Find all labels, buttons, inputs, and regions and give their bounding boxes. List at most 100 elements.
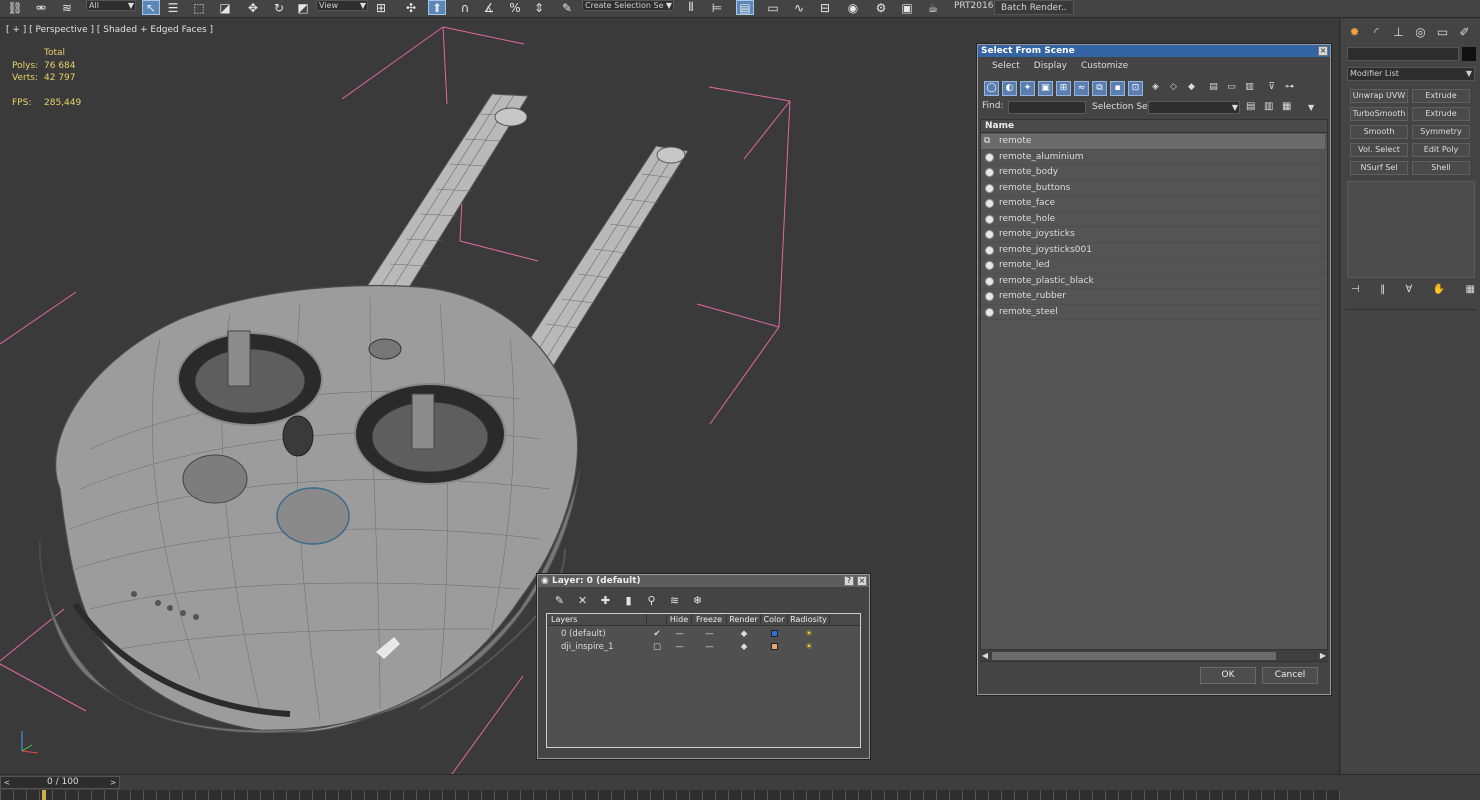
set-current-box-icon[interactable]: ▢ bbox=[647, 641, 667, 654]
selection-filter-dropdown[interactable]: All ▼ bbox=[86, 0, 136, 11]
curve-editor-icon[interactable]: ∿ bbox=[790, 0, 808, 15]
modifier-button[interactable]: Unwrap UVW bbox=[1350, 89, 1408, 103]
hide-toggle-icon[interactable]: — bbox=[667, 641, 692, 654]
display-spacewarps-icon[interactable]: ≈ bbox=[1074, 81, 1089, 96]
time-slider[interactable]: < 0 / 100 > bbox=[0, 776, 120, 789]
dialog-title[interactable]: ◉ Layer: 0 (default) bbox=[538, 575, 869, 587]
radiosity-icon[interactable]: ☀ bbox=[788, 628, 830, 641]
col-render[interactable]: Render bbox=[727, 614, 761, 626]
scroll-thumb[interactable] bbox=[992, 652, 1276, 660]
add-to-layer-icon[interactable]: ✚ bbox=[598, 593, 613, 608]
list-item[interactable]: remote_steel bbox=[981, 304, 1325, 320]
list-item[interactable]: remote_aluminium bbox=[981, 149, 1325, 165]
freeze-toggle-icon[interactable]: — bbox=[692, 628, 727, 641]
utilities-tab-icon[interactable]: ✐ bbox=[1455, 23, 1474, 41]
list-item[interactable]: remote_buttons bbox=[981, 180, 1325, 196]
snap-toggle-icon[interactable]: ∩ bbox=[456, 0, 474, 15]
select-none-icon[interactable]: ▭ bbox=[1224, 81, 1239, 96]
close-icon[interactable]: × bbox=[1318, 46, 1328, 56]
edit-named-sel-icon[interactable]: ✎ bbox=[558, 0, 576, 15]
filter-icon[interactable]: ⊽ bbox=[1264, 81, 1279, 96]
hierarchy-tab-icon[interactable]: ⊥ bbox=[1389, 23, 1408, 41]
object-color-swatch[interactable] bbox=[1462, 47, 1476, 61]
material-editor-icon[interactable]: ◉ bbox=[844, 0, 862, 15]
rotate-icon[interactable]: ↻ bbox=[270, 0, 288, 15]
render-toggle-icon[interactable]: ◆ bbox=[727, 641, 761, 654]
render-teapot-icon[interactable]: ☕ bbox=[924, 0, 942, 15]
make-unique-icon[interactable]: ∀ bbox=[1405, 284, 1412, 298]
display-groups-icon[interactable]: ⧉ bbox=[1092, 81, 1107, 96]
unlink-icon[interactable]: ⚮ bbox=[32, 0, 50, 15]
select-all-icon[interactable]: ▤ bbox=[1206, 81, 1221, 96]
chevron-down-icon[interactable]: ▼ bbox=[1308, 103, 1314, 112]
configure-sets-icon[interactable]: ▦ bbox=[1466, 284, 1475, 298]
col-hide[interactable]: Hide bbox=[667, 614, 692, 626]
named-selection-dropdown[interactable]: Create Selection Se ▼ bbox=[582, 0, 674, 11]
mirror-icon[interactable]: ⫴ bbox=[682, 0, 700, 15]
find-input[interactable] bbox=[1008, 101, 1086, 114]
display-lights-icon[interactable]: ✦ bbox=[1020, 81, 1035, 96]
display-bones-icon[interactable]: ⊡ bbox=[1128, 81, 1143, 96]
ok-button[interactable]: OK bbox=[1200, 667, 1256, 684]
render-frame-icon[interactable]: ▣ bbox=[898, 0, 916, 15]
modifier-stack[interactable] bbox=[1347, 181, 1475, 278]
list-item[interactable]: remote_led bbox=[981, 258, 1325, 274]
select-by-name-icon[interactable]: ☰ bbox=[164, 0, 182, 15]
radiosity-icon[interactable]: ☀ bbox=[788, 641, 830, 654]
freeze-toggle-icon[interactable]: — bbox=[692, 641, 727, 654]
pin-stack-icon[interactable]: ⊣ bbox=[1351, 284, 1360, 298]
link-icon[interactable]: ⛓ bbox=[6, 0, 24, 15]
menu-display[interactable]: Display bbox=[1034, 59, 1067, 73]
layer-color-swatch[interactable] bbox=[761, 628, 788, 641]
layer-color-swatch[interactable] bbox=[761, 641, 788, 654]
highlight-layer-icon[interactable]: ⚲ bbox=[644, 593, 659, 608]
render-toggle-icon[interactable]: ◆ bbox=[727, 628, 761, 641]
help-button[interactable]: ? bbox=[844, 576, 854, 586]
motion-tab-icon[interactable]: ◎ bbox=[1411, 23, 1430, 41]
cancel-button[interactable]: Cancel bbox=[1262, 667, 1318, 684]
display-helpers-icon[interactable]: ⊞ bbox=[1056, 81, 1071, 96]
hide-toggle-icon[interactable]: — bbox=[667, 628, 692, 641]
modifier-button[interactable]: Symmetry bbox=[1412, 125, 1470, 139]
menu-select[interactable]: Select bbox=[992, 59, 1020, 73]
display-cameras-icon[interactable]: ▣ bbox=[1038, 81, 1053, 96]
hierarchy-icon[interactable]: ⊶ bbox=[1282, 81, 1297, 96]
col-freeze[interactable]: Freeze bbox=[692, 614, 727, 626]
remove-modifier-icon[interactable]: ✋ bbox=[1433, 284, 1445, 298]
modifier-button[interactable]: Edit Poly bbox=[1412, 143, 1470, 157]
modifier-button[interactable]: Extrude bbox=[1412, 89, 1470, 103]
layer-row[interactable]: 0 (default) ✔ — — ◆ ☀ bbox=[547, 628, 835, 641]
select-in-layer-icon[interactable]: ▮ bbox=[621, 593, 636, 608]
select-invert-icon[interactable]: ▥ bbox=[1242, 81, 1257, 96]
viewport-label[interactable]: [ + ] [ Perspective ] [ Shaded + Edged F… bbox=[6, 25, 213, 35]
selection-set-dropdown[interactable]: ▼ bbox=[1148, 101, 1240, 114]
angle-snap-icon[interactable]: ∡ bbox=[480, 0, 498, 15]
display-none-icon[interactable]: ◇ bbox=[1166, 81, 1181, 96]
horizontal-scrollbar[interactable]: ◀ ▶ bbox=[980, 649, 1328, 661]
render-setup-icon[interactable]: ⚙ bbox=[872, 0, 890, 15]
scroll-right-icon[interactable]: ▶ bbox=[1318, 650, 1328, 662]
prt-label[interactable]: PRT2016 bbox=[954, 1, 993, 11]
show-end-result-icon[interactable]: ‖ bbox=[1380, 284, 1385, 298]
align-icon[interactable]: ⊨ bbox=[708, 0, 726, 15]
display-xrefs-icon[interactable]: ▪ bbox=[1110, 81, 1125, 96]
timeline-marker[interactable] bbox=[42, 790, 46, 800]
col-layers[interactable]: Layers bbox=[547, 614, 647, 626]
rect-selection-icon[interactable]: ⬚ bbox=[190, 0, 208, 15]
list-item[interactable]: remote_plastic_black bbox=[981, 273, 1325, 289]
modifier-button[interactable]: Shell bbox=[1412, 161, 1470, 175]
modifier-button[interactable]: Vol. Select bbox=[1350, 143, 1408, 157]
add-to-set-icon[interactable]: ▥ bbox=[1264, 101, 1273, 112]
prev-frame-button[interactable]: < bbox=[1, 777, 13, 788]
remove-from-set-icon[interactable]: ▦ bbox=[1282, 101, 1291, 112]
modifier-button[interactable]: Extrude bbox=[1412, 107, 1470, 121]
pivot-icon[interactable]: ⊞ bbox=[372, 0, 390, 15]
dialog-title[interactable]: Select From Scene bbox=[978, 45, 1330, 57]
next-frame-button[interactable]: > bbox=[107, 777, 119, 788]
create-layer-icon[interactable]: ✎ bbox=[552, 593, 567, 608]
object-name-field[interactable] bbox=[1347, 47, 1459, 61]
layer-manager-icon[interactable]: ▤ bbox=[736, 0, 754, 15]
batch-render-button[interactable]: Batch Render.. bbox=[994, 0, 1074, 15]
list-item[interactable]: remote_hole bbox=[981, 211, 1325, 227]
percent-snap-icon[interactable]: % bbox=[506, 0, 524, 15]
